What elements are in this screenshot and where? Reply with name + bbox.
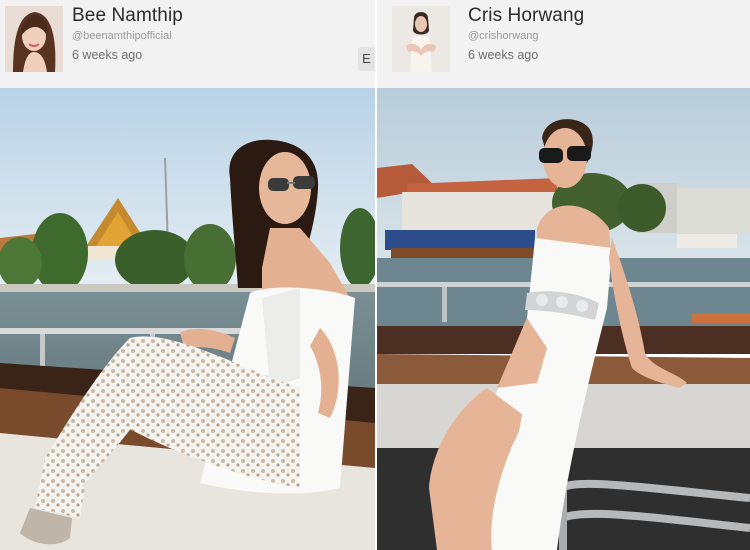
post-photo[interactable] bbox=[0, 88, 375, 550]
author-handle[interactable]: @crishorwang bbox=[468, 30, 538, 42]
embed-button[interactable]: E bbox=[358, 47, 375, 71]
post-header-right: Cris Horwang @crishorwang 6 weeks ago bbox=[377, 0, 750, 88]
author-handle[interactable]: @beenamthipofficial bbox=[72, 30, 172, 42]
post-time: 6 weeks ago bbox=[72, 48, 143, 62]
author-name[interactable]: Cris Horwang bbox=[468, 5, 584, 27]
avatar[interactable] bbox=[392, 6, 450, 72]
author-name[interactable]: Bee Namthip bbox=[72, 5, 183, 27]
post-time: 6 weeks ago bbox=[468, 48, 539, 62]
post-photo[interactable] bbox=[377, 88, 750, 550]
avatar[interactable] bbox=[5, 6, 63, 72]
post-header-left: Bee Namthip @beenamthipofficial 6 weeks … bbox=[0, 0, 375, 88]
